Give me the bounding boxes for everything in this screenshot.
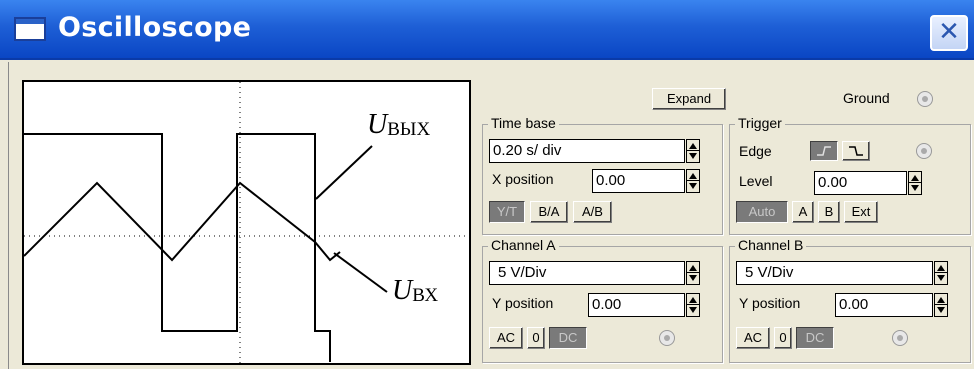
trigger-b-button[interactable]: B (818, 201, 840, 223)
annotation-leader-out (315, 145, 373, 200)
input-triangle-wave (24, 181, 341, 262)
channel-b-zero-button[interactable]: 0 (774, 327, 792, 349)
edge-label: Edge (739, 143, 772, 159)
trigger-auto-button[interactable]: Auto (736, 201, 788, 223)
channel-a-group: Channel A 5 V/Div Y position 0.00 AC 0 D… (482, 237, 723, 363)
mode-ba-button[interactable]: B/A (530, 201, 568, 223)
channel-b-label: Channel B (735, 237, 807, 253)
x-position-input[interactable]: 0.00 (592, 169, 685, 193)
window-title: Oscilloscope (58, 12, 252, 43)
title-bar[interactable]: Oscilloscope ✕ (0, 0, 974, 60)
channel-b-ac-button[interactable]: AC (736, 327, 770, 349)
channel-a-y-position-label: Y position (492, 295, 554, 311)
ground-label: Ground (843, 90, 890, 106)
annotation-leader-in (333, 252, 388, 293)
ground-terminal-icon[interactable] (917, 91, 933, 107)
channel-a-ac-button[interactable]: AC (489, 327, 523, 349)
output-square-wave (24, 133, 331, 362)
controls-panel: Expand Ground Time base 0.20 s/ div X po… (479, 80, 974, 365)
edge-terminal-icon[interactable] (916, 143, 932, 159)
time-base-spinner[interactable] (686, 139, 700, 163)
channel-a-y-position-input[interactable]: 0.00 (588, 293, 685, 317)
expand-button[interactable]: Expand (652, 88, 726, 110)
channel-b-y-position-spinner[interactable] (934, 293, 948, 317)
channel-a-scale-spinner[interactable] (686, 261, 700, 285)
channel-a-y-position-spinner[interactable] (686, 293, 700, 317)
annotation-input-subscript: ВХ (412, 285, 439, 306)
scope-screen: UВЫХ UВХ (22, 80, 471, 365)
channel-b-y-position-input[interactable]: 0.00 (835, 293, 933, 317)
annotation-output-letter: U (367, 109, 388, 140)
annotation-output-subscript: ВЫХ (387, 119, 431, 140)
channel-b-dc-button[interactable]: DC (796, 327, 834, 349)
x-position-label: X position (492, 171, 554, 187)
instrument-panel: UВЫХ UВХ Expand Ground Time base 0.20 s/… (8, 62, 974, 369)
trigger-ext-button[interactable]: Ext (844, 201, 878, 223)
mode-ab-button[interactable]: A/B (573, 201, 612, 223)
trigger-label: Trigger (735, 115, 785, 131)
close-button[interactable]: ✕ (930, 15, 968, 51)
rising-edge-icon[interactable] (810, 141, 838, 161)
falling-edge-icon[interactable] (842, 141, 870, 161)
trigger-group: Trigger Edge Level 0.00 Auto A B Ext (729, 115, 971, 235)
channel-b-group: Channel B 5 V/Div Y position 0.00 AC 0 D… (729, 237, 971, 363)
channel-b-terminal-icon[interactable] (892, 330, 908, 346)
channel-a-label: Channel A (488, 237, 559, 253)
level-label: Level (739, 173, 773, 189)
annotation-input-voltage: UВХ (392, 275, 438, 307)
time-base-group: Time base 0.20 s/ div X position 0.00 Y/… (482, 115, 723, 235)
channel-a-terminal-icon[interactable] (659, 330, 675, 346)
time-base-label: Time base (488, 115, 559, 131)
channel-b-y-position-label: Y position (739, 295, 801, 311)
channel-b-scale-spinner[interactable] (934, 261, 948, 285)
annotation-input-letter: U (392, 275, 413, 306)
channel-a-dc-button[interactable]: DC (549, 327, 587, 349)
window-icon (14, 17, 46, 41)
channel-a-scale-select[interactable]: 5 V/Div (489, 261, 685, 285)
mode-yt-button[interactable]: Y/T (489, 201, 525, 223)
time-base-select[interactable]: 0.20 s/ div (489, 139, 685, 163)
x-position-spinner[interactable] (686, 169, 700, 193)
channel-b-scale-select[interactable]: 5 V/Div (736, 261, 933, 285)
oscilloscope-window: Oscilloscope ✕ UВЫХ UВХ Expand Ground Ti… (0, 0, 974, 369)
channel-a-zero-button[interactable]: 0 (527, 327, 545, 349)
trigger-a-button[interactable]: A (792, 201, 814, 223)
level-spinner[interactable] (908, 171, 922, 195)
level-input[interactable]: 0.00 (814, 171, 907, 195)
annotation-output-voltage: UВЫХ (367, 109, 430, 141)
